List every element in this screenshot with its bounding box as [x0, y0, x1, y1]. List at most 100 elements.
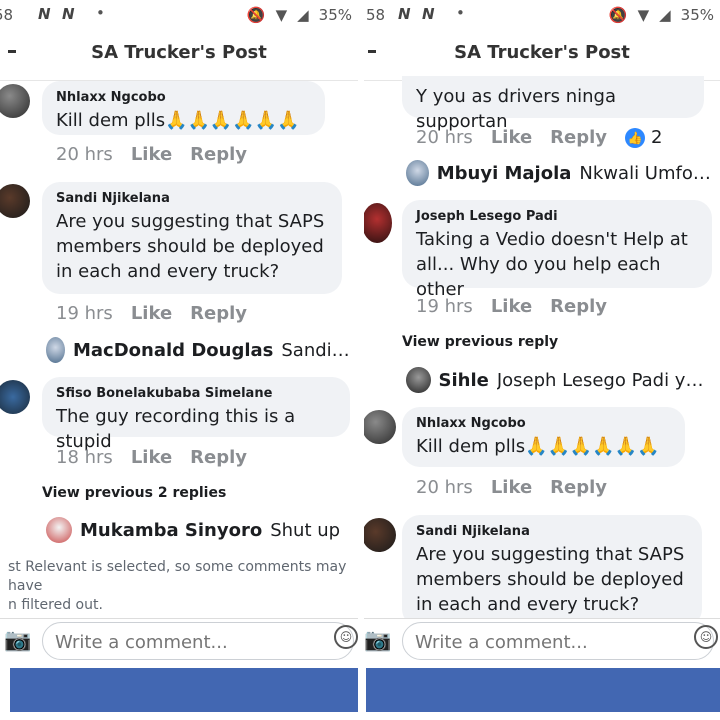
filter-notice-line: st Relevant is selected, so some comment…: [8, 559, 347, 594]
comment-text: Taking a Vedio doesn't Help at all... Wh…: [416, 229, 688, 300]
reply-text: Joseph Lesego Padi you...: [496, 369, 712, 391]
avatar[interactable]: [0, 184, 30, 218]
like-button[interactable]: Like: [491, 296, 532, 317]
reply-author[interactable]: MacDonald Douglas: [73, 340, 273, 361]
reply-button[interactable]: Reply: [190, 447, 247, 468]
comment-author[interactable]: Sfiso Bonelakubaba Simelane: [56, 386, 336, 401]
view-previous-replies[interactable]: View previous reply: [402, 334, 558, 350]
comment-actions: 20 hrs Like Reply: [416, 477, 607, 498]
reply-text: Nkwali Umfoka...: [579, 162, 712, 184]
comment-actions: 19 hrs Like Reply: [416, 296, 607, 317]
reply-button[interactable]: Reply: [550, 127, 607, 148]
filter-notice-line: n filtered out.: [8, 597, 103, 613]
avatar[interactable]: [364, 518, 396, 552]
comment-input-wrapper[interactable]: [402, 622, 714, 660]
like-button[interactable]: Like: [131, 447, 172, 468]
dot-icon: •: [456, 4, 465, 22]
comment-bubble[interactable]: Nhlaxx Ngcobo Kill dem plls🙏🙏🙏🙏🙏🙏: [42, 81, 325, 135]
filter-notice: st Relevant is selected, so some comment…: [8, 558, 358, 615]
reply-preview[interactable]: Sihle Joseph Lesego Padi you...: [406, 367, 712, 393]
reply-author[interactable]: Sihle: [439, 370, 489, 391]
status-time: 58: [366, 6, 386, 24]
mute-icon: 🔕: [246, 6, 266, 24]
comment-author[interactable]: Joseph Lesego Padi: [416, 209, 698, 224]
dot-icon: •: [96, 4, 105, 22]
comment-author[interactable]: Sandi Njikelana: [56, 191, 328, 206]
comment-time: 19 hrs: [56, 303, 113, 324]
status-bar: 58 N N • 🔕 ▼ ◢ 35%: [364, 0, 720, 30]
right-screenshot: 58 N N • 🔕 ▼ ◢ 35% SA Trucker's Post Y y…: [364, 0, 720, 720]
notification-icon: N: [422, 5, 435, 23]
avatar: [406, 160, 429, 186]
wifi-icon: ▼: [275, 6, 288, 24]
comment-input[interactable]: [53, 629, 307, 655]
reply-button[interactable]: Reply: [190, 144, 247, 165]
page-title: SA Trucker's Post: [91, 42, 267, 63]
like-button[interactable]: Like: [491, 127, 532, 148]
avatar: [46, 517, 72, 543]
page-header: SA Trucker's Post: [0, 36, 358, 76]
status-bar: 58 N N • 🔕 ▼ ◢ 35%: [0, 0, 358, 30]
camera-icon[interactable]: 📷: [364, 627, 392, 655]
comment-bubble[interactable]: Sandi Njikelana Are you suggesting that …: [402, 515, 702, 627]
bottom-bar: [10, 668, 358, 712]
comment-author[interactable]: Sandi Njikelana: [416, 524, 688, 539]
notification-icon: N: [62, 5, 75, 23]
reply-author[interactable]: Mbuyi Majola: [437, 163, 572, 184]
comment-text: Are you suggesting that SAPS members sho…: [416, 544, 685, 615]
left-screenshot: 58 N N • 🔕 ▼ ◢ 35% SA Trucker's Post Nhl…: [0, 0, 358, 720]
avatar[interactable]: [364, 203, 392, 243]
reaction-number: 2: [651, 127, 663, 148]
notification-icon: N: [38, 5, 51, 23]
camera-icon[interactable]: 📷: [4, 627, 32, 655]
like-button[interactable]: Like: [131, 303, 172, 324]
comment-composer: 📷 ☺: [364, 618, 720, 665]
comment-bubble[interactable]: Joseph Lesego Padi Taking a Vedio doesn'…: [402, 200, 712, 300]
avatar: [46, 337, 65, 363]
reply-button[interactable]: Reply: [190, 303, 247, 324]
comment-bubble[interactable]: Nhlaxx Ngcobo Kill dem plls🙏🙏🙏🙏🙏🙏: [402, 407, 685, 467]
battery-level: 35%: [318, 6, 352, 24]
comment-text: Kill dem plls🙏🙏🙏🙏🙏🙏: [416, 436, 660, 457]
like-button[interactable]: Like: [491, 477, 532, 498]
wifi-icon: ▼: [637, 6, 650, 24]
comment-actions: 18 hrs Like Reply: [56, 447, 247, 468]
comment-time: 20 hrs: [56, 144, 113, 165]
comment-composer: 📷 ☺: [0, 618, 358, 665]
reaction-count[interactable]: 👍 2: [625, 127, 662, 148]
comment-text: Kill dem plls🙏🙏🙏🙏🙏🙏: [56, 110, 300, 131]
page-title: SA Trucker's Post: [454, 42, 630, 63]
comment-time: 20 hrs: [416, 477, 473, 498]
comment-author[interactable]: Nhlaxx Ngcobo: [56, 90, 311, 105]
reply-preview[interactable]: Mbuyi Majola Nkwali Umfoka...: [406, 160, 712, 186]
comment-actions: 19 hrs Like Reply: [56, 303, 247, 324]
avatar[interactable]: [0, 380, 30, 414]
avatar[interactable]: [364, 410, 396, 444]
mute-icon: 🔕: [608, 6, 628, 24]
page-header: SA Trucker's Post: [364, 36, 720, 76]
comment-bubble[interactable]: Sandi Njikelana Are you suggesting that …: [42, 182, 342, 294]
like-button[interactable]: Like: [131, 144, 172, 165]
reply-text: Sandi Nji...: [281, 339, 352, 361]
reply-preview[interactable]: MacDonald Douglas Sandi Nji...: [46, 337, 352, 363]
status-time: 58: [0, 6, 14, 24]
comment-text: Are you suggesting that SAPS members sho…: [56, 211, 325, 282]
view-previous-replies[interactable]: View previous 2 replies: [42, 485, 226, 501]
avatar: [406, 367, 431, 393]
reply-author[interactable]: Mukamba Sinyoro: [80, 520, 262, 541]
emoji-icon[interactable]: ☺: [334, 625, 358, 649]
comment-author[interactable]: Nhlaxx Ngcobo: [416, 416, 671, 431]
status-right: 🔕 ▼ ◢ 35%: [247, 6, 352, 24]
comment-bubble[interactable]: Sfiso Bonelakubaba Simelane The guy reco…: [42, 377, 350, 452]
reply-button[interactable]: Reply: [550, 296, 607, 317]
comment-input[interactable]: [413, 629, 667, 655]
notification-icon: N: [398, 5, 411, 23]
signal-icon: ◢: [659, 6, 671, 24]
avatar[interactable]: [0, 84, 30, 118]
reply-text: Shut up: [270, 519, 341, 541]
reply-button[interactable]: Reply: [550, 477, 607, 498]
emoji-icon[interactable]: ☺: [694, 625, 718, 649]
reply-preview[interactable]: Mukamba Sinyoro Shut up: [46, 517, 352, 543]
comment-bubble[interactable]: Y you as drivers ninga supportan: [402, 76, 704, 132]
comment-input-wrapper[interactable]: [42, 622, 354, 660]
